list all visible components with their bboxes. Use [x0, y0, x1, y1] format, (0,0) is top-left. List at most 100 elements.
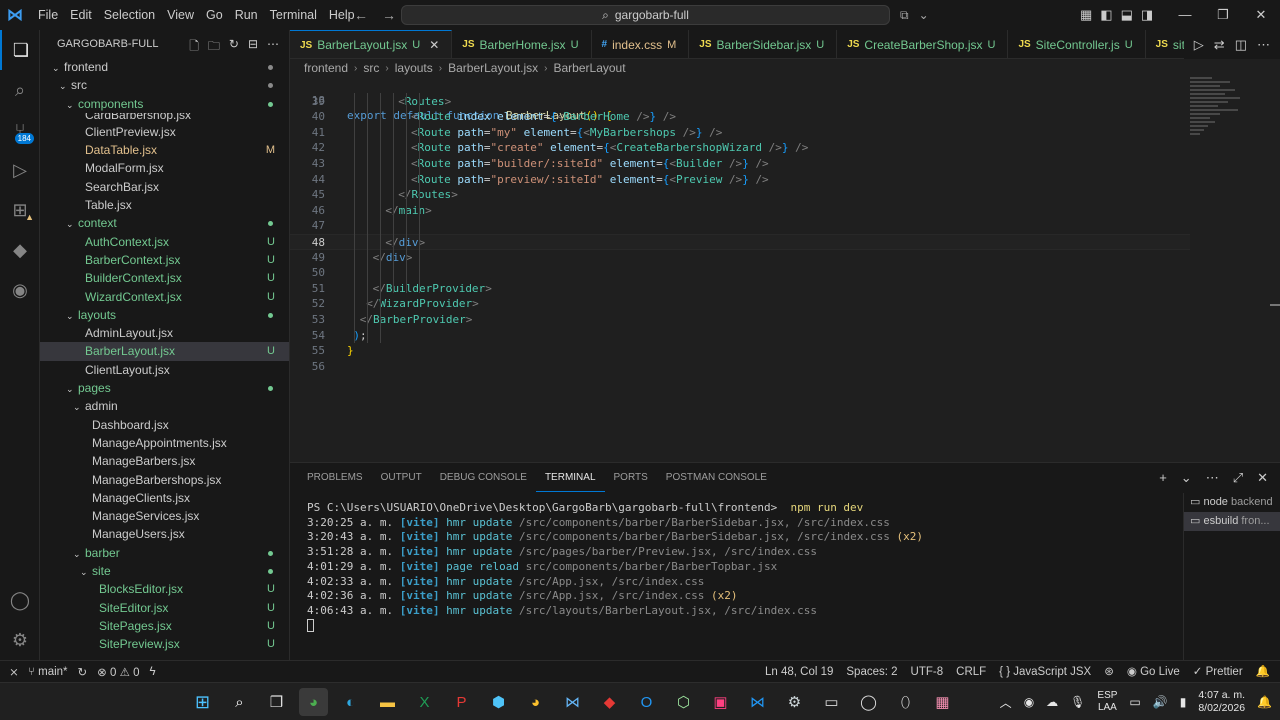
- menu-run[interactable]: Run: [229, 0, 264, 30]
- language-mode[interactable]: { } JavaScript JSX: [999, 661, 1091, 683]
- file-item[interactable]: ManageUsers.jsx: [40, 525, 289, 543]
- task-view-icon[interactable]: ❒: [262, 688, 291, 716]
- app-icon[interactable]: ▦: [928, 688, 957, 716]
- code-line[interactable]: 45 </Routes>: [290, 187, 1190, 203]
- code-line[interactable]: 51 </BuilderProvider>: [290, 281, 1190, 297]
- notifications-icon[interactable]: 🔔: [1256, 661, 1270, 683]
- language-indicator[interactable]: ESP LAA: [1097, 690, 1117, 714]
- chevron-up-icon[interactable]: ︿: [1000, 694, 1012, 711]
- file-item[interactable]: ModalForm.jsx: [40, 159, 289, 177]
- chevron-down-icon[interactable]: ⌄: [919, 0, 929, 30]
- close-icon[interactable]: ✕: [1242, 0, 1280, 30]
- toggle-secondary-sidebar-icon[interactable]: ◨: [1141, 0, 1153, 30]
- new-file-icon[interactable]: 🗋: [189, 37, 199, 58]
- network-icon[interactable]: ▭: [1129, 695, 1140, 709]
- folder-item[interactable]: ⌄ components: [40, 95, 289, 113]
- minimize-icon[interactable]: —: [1166, 0, 1204, 30]
- maximize-panel-icon[interactable]: ⤢: [1233, 463, 1243, 492]
- editor-tab[interactable]: JS CreateBarberShop.jsx U: [837, 30, 1009, 58]
- file-item[interactable]: AdminLayout.jsx: [40, 324, 289, 342]
- file-item[interactable]: ClientLayout.jsx: [40, 361, 289, 379]
- indentation[interactable]: Spaces: 2: [846, 661, 897, 683]
- terminal-instance[interactable]: ▭ esbuild fron...: [1184, 512, 1280, 531]
- search-view-icon[interactable]: ⌕: [0, 70, 40, 110]
- extensions-icon[interactable]: ⊞ ▲: [0, 190, 40, 230]
- search-icon[interactable]: ⌕: [225, 688, 254, 716]
- code-line[interactable]: 43 <Route path="builder/:siteId" element=…: [290, 156, 1190, 172]
- prettier-status[interactable]: ✓ Prettier: [1193, 661, 1243, 683]
- breadcrumb-item[interactable]: layouts: [395, 61, 433, 75]
- editor-tab[interactable]: JS SiteController.js U: [1008, 30, 1146, 58]
- folder-item[interactable]: ⌄ context: [40, 214, 289, 232]
- sticky-scroll-line[interactable]: 18 export default function BarberLayout(…: [290, 77, 1190, 123]
- app-icon[interactable]: ◯: [854, 688, 883, 716]
- postman-icon[interactable]: ◉: [0, 270, 40, 310]
- clock[interactable]: 4:07 a. m. 8/02/2026: [1198, 689, 1245, 715]
- app-icon[interactable]: ⬡: [669, 688, 698, 716]
- run-debug-icon[interactable]: ▷: [0, 150, 40, 190]
- editor-tab[interactable]: JS BarberSidebar.jsx U: [689, 30, 838, 58]
- breadcrumb-item[interactable]: frontend: [304, 61, 348, 75]
- editor-tab[interactable]: # index.css M: [592, 30, 690, 58]
- file-item[interactable]: AuthContext.jsx U: [40, 233, 289, 251]
- breadcrumb-item[interactable]: src: [363, 61, 379, 75]
- menu-terminal[interactable]: Terminal: [264, 0, 323, 30]
- chrome-icon[interactable]: ◕: [521, 688, 550, 716]
- source-control-icon[interactable]: ⑂ 184: [0, 110, 40, 150]
- restore-icon[interactable]: ❐: [1204, 0, 1242, 30]
- split-editor-icon[interactable]: ◫: [1235, 37, 1247, 53]
- pdf-icon[interactable]: P: [447, 688, 476, 716]
- file-item[interactable]: Table.jsx: [40, 196, 289, 214]
- menu-go[interactable]: Go: [200, 0, 229, 30]
- menu-file[interactable]: File: [32, 0, 64, 30]
- go-live-button[interactable]: ◉ Go Live: [1127, 661, 1180, 683]
- manage-gear-icon[interactable]: ⚙: [0, 620, 40, 660]
- chrome-icon[interactable]: ◕: [299, 688, 328, 716]
- vscode-icon[interactable]: ⋈: [743, 688, 772, 716]
- command-center-search[interactable]: ⌕ gargobarb-full: [401, 5, 890, 25]
- editor-scrollbar[interactable]: [1270, 304, 1280, 306]
- problems-indicator[interactable]: ⊗ 0 ⚠ 0: [97, 665, 139, 679]
- windows-start-icon[interactable]: ⊞: [188, 688, 217, 716]
- sync-icon[interactable]: ↻: [78, 665, 88, 679]
- minimap[interactable]: [1190, 77, 1265, 157]
- file-item[interactable]: BarberContext.jsx U: [40, 251, 289, 269]
- code-line[interactable]: 52 </WizardProvider>: [290, 296, 1190, 312]
- notification-bell-icon[interactable]: 🔔: [1257, 695, 1272, 709]
- account-icon[interactable]: ◯: [0, 580, 40, 620]
- toggle-primary-sidebar-icon[interactable]: ◧: [1100, 0, 1112, 30]
- panel-tab-problems[interactable]: PROBLEMS: [298, 463, 372, 492]
- code-line[interactable]: 53 </BarberProvider>: [290, 312, 1190, 328]
- file-item[interactable]: ClientPreview.jsx: [40, 123, 289, 141]
- code-line[interactable]: 56: [290, 359, 1190, 375]
- file-item[interactable]: ManageServices.jsx: [40, 507, 289, 525]
- breadcrumb-item[interactable]: BarberLayout.jsx: [448, 61, 538, 75]
- editor-tab[interactable]: JS BarberLayout.jsx U ✕: [290, 30, 453, 58]
- code-line[interactable]: 39 <Routes>: [290, 94, 1190, 110]
- app-icon[interactable]: ⬢: [484, 688, 513, 716]
- new-folder-icon[interactable]: 🗀: [208, 37, 220, 58]
- collapse-all-icon[interactable]: ⊟: [248, 37, 258, 58]
- folder-item[interactable]: ⌄ layouts: [40, 306, 289, 324]
- file-item[interactable]: SearchBar.jsx: [40, 178, 289, 196]
- code-line[interactable]: 49</div>: [290, 250, 1190, 266]
- file-item[interactable]: ManageBarbers.jsx: [40, 452, 289, 470]
- terminal-output[interactable]: PS C:\Users\USUARIO\OneDrive\Desktop\Gar…: [307, 501, 1167, 633]
- edge-icon[interactable]: ◐: [336, 688, 365, 716]
- panel-tab-debug-console[interactable]: DEBUG CONSOLE: [431, 463, 536, 492]
- code-line[interactable]: 47: [290, 218, 1190, 234]
- copilot-status-icon[interactable]: ⊛: [1104, 661, 1114, 683]
- file-item[interactable]: BarberLayout.jsx U: [40, 342, 289, 361]
- file-item[interactable]: SitePages.jsx U: [40, 617, 289, 635]
- tray-app-icon[interactable]: ☁: [1046, 695, 1058, 709]
- code-line[interactable]: 48</div>: [290, 234, 1190, 250]
- file-item[interactable]: Dashboard.jsx: [40, 416, 289, 434]
- file-item[interactable]: ManageAppointments.jsx: [40, 434, 289, 452]
- branch-indicator[interactable]: ⑂ main*: [28, 666, 68, 678]
- panel-tab-postman-console[interactable]: POSTMAN CONSOLE: [657, 463, 776, 492]
- explorer-icon[interactable]: ❏: [0, 30, 40, 70]
- battery-icon[interactable]: ▮: [1180, 695, 1187, 709]
- menu-edit[interactable]: Edit: [64, 0, 98, 30]
- file-item[interactable]: SitePreview.jsx U: [40, 635, 289, 653]
- refresh-icon[interactable]: ↻: [229, 37, 239, 58]
